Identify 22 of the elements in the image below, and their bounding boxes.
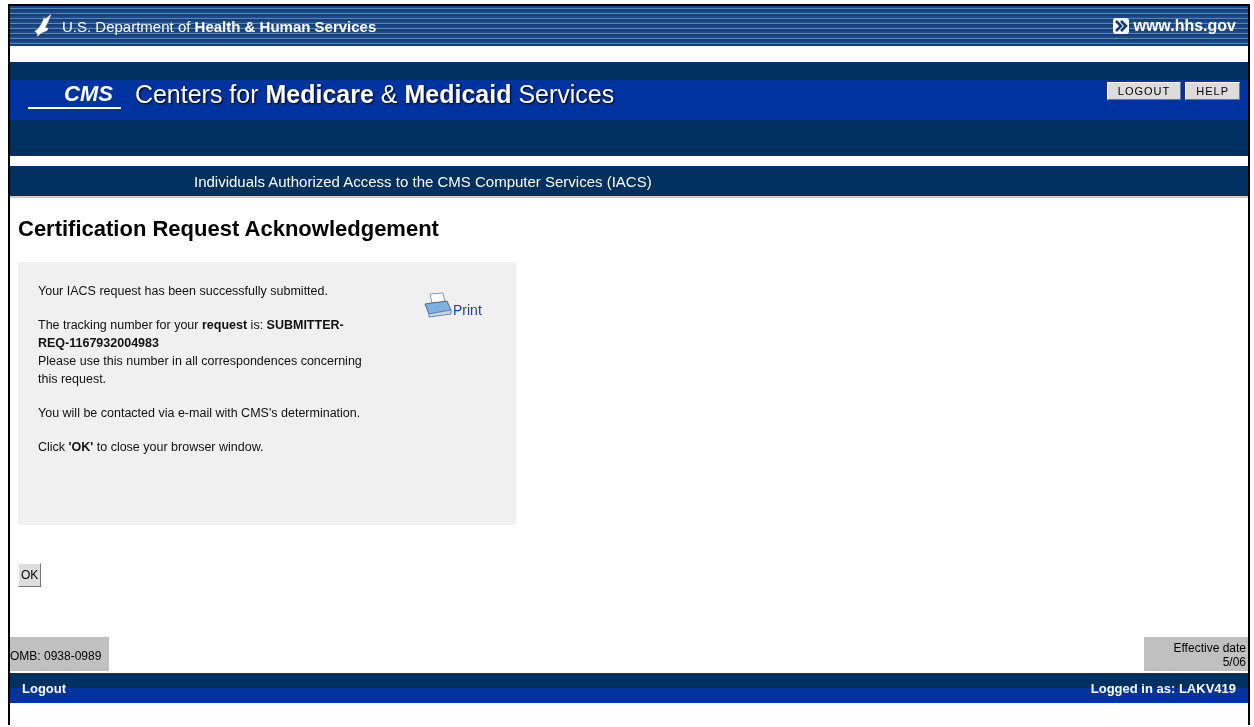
hhs-link[interactable]: www.hhs.gov [1113, 17, 1236, 35]
chevron-icon [1113, 18, 1130, 34]
printer-icon [423, 292, 453, 318]
page-title: Certification Request Acknowledgement [18, 216, 440, 242]
logged-in-text: Logged in as: LAKV419 [1090, 680, 1236, 696]
print-link[interactable]: Print [423, 282, 482, 318]
message-text: Your IACS request has been successfully submitted. [38, 283, 329, 300]
omb-number: OMB: 0938-0989 [10, 637, 110, 671]
header-button[interactable]: HELP [1185, 82, 1240, 100]
effective-date-text: Effective date [1173, 641, 1246, 655]
department-title: U.S. Department of Health & Human Services [62, 17, 378, 35]
effective-date-text: 5/06 [1222, 655, 1246, 669]
message-text: Click 'OK' to close your browser window. [38, 439, 265, 456]
logout-link[interactable]: Logout [22, 680, 67, 696]
ok-button[interactable]: OK [18, 563, 42, 587]
message-text: The tracking number for your request is: SUBMITTER-REQ-1167932004983 [38, 317, 345, 352]
cms-logo: CMS [28, 80, 121, 109]
header-button[interactable]: LOGOUT [1106, 82, 1182, 100]
message-text: You will be contacted via e-mail with CMS's determination. [38, 405, 362, 422]
cms-title: Centers for Medicare & Medicaid Services [134, 80, 616, 109]
subtitle-text: Individuals Authorized Access to the CMS Computer Services (IACS) [194, 172, 652, 190]
message-text: Please use this number in all correspondences concerning this request. [38, 353, 363, 388]
